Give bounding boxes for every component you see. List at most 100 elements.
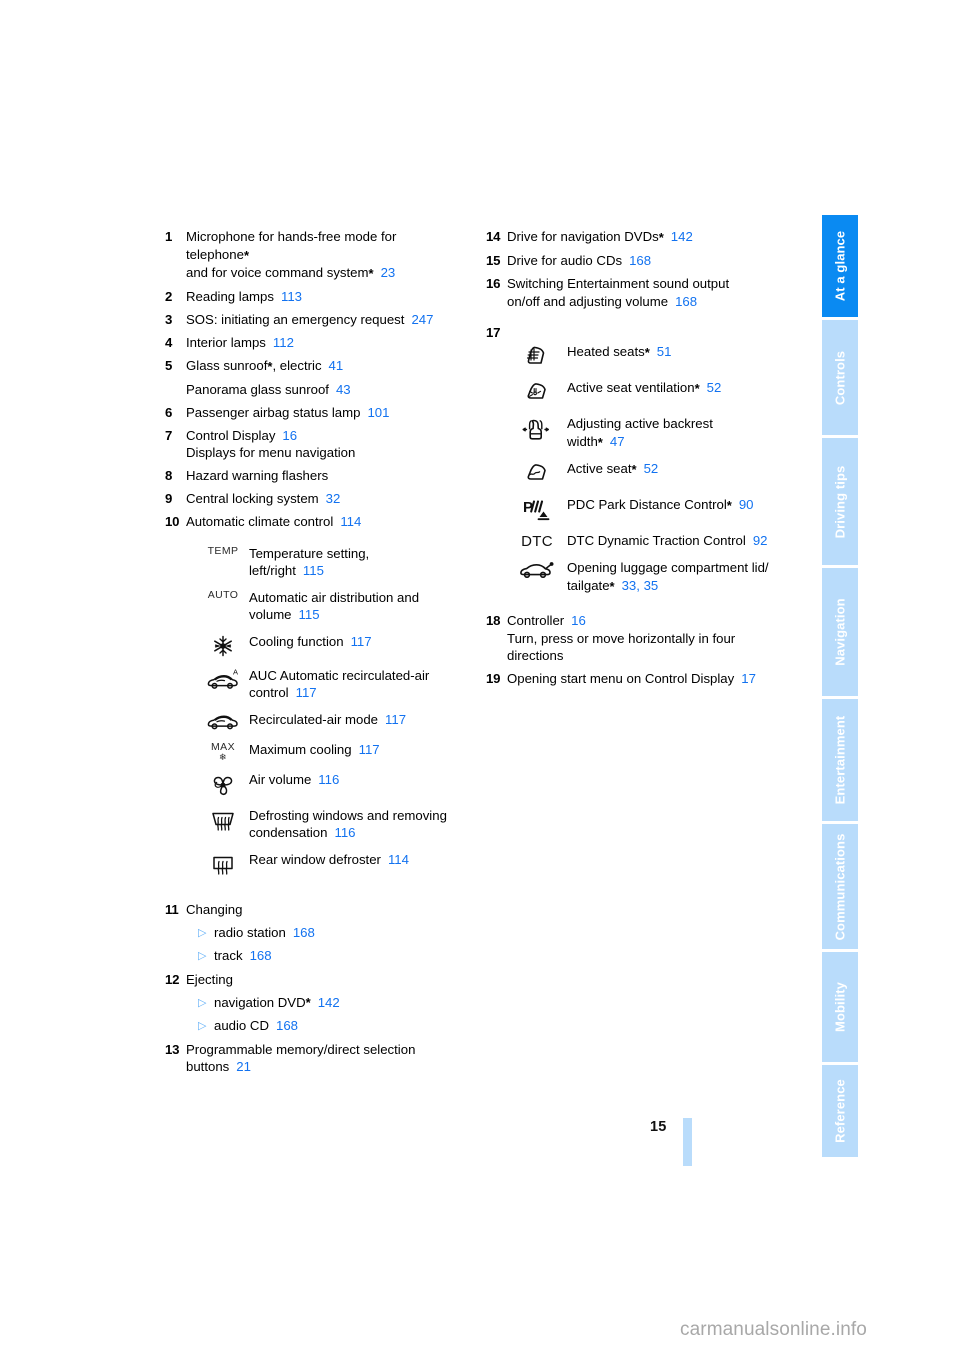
option-asterisk: *: [658, 230, 664, 245]
tab-reference[interactable]: Reference: [822, 1065, 858, 1157]
page-reference[interactable]: 168: [629, 253, 651, 268]
recirculation-icon: [197, 711, 249, 732]
tab-navigation[interactable]: Navigation: [822, 568, 858, 699]
page-reference[interactable]: 113: [281, 289, 302, 304]
item-number: 9: [165, 491, 173, 506]
icon-row: MAX ❄ Maximum cooling 117: [197, 741, 477, 762]
page-reference[interactable]: 114: [388, 852, 409, 867]
tab-entertainment[interactable]: Entertainment: [822, 699, 858, 824]
page-reference[interactable]: 47: [610, 434, 625, 449]
page-reference[interactable]: 112: [273, 335, 294, 350]
max-label: MAX: [211, 740, 235, 753]
icon-row-text: Rear window defroster 114: [249, 851, 477, 869]
icon-row-line1: DTC Dynamic Traction Control: [567, 533, 746, 548]
sub-item-text: track: [214, 948, 243, 964]
icon-row-text: AUC Automatic recirculated-air control 11…: [249, 667, 477, 702]
item-body: Microphone for hands-free mode for telep…: [186, 228, 477, 283]
item-body: Central locking system 32: [186, 490, 477, 508]
item-line: Drive for audio CDs: [507, 253, 623, 268]
page-reference[interactable]: 115: [299, 607, 320, 622]
option-asterisk: *: [726, 498, 732, 513]
icon-row-line1: Cooling function: [249, 633, 344, 649]
page-reference[interactable]: 16: [282, 428, 297, 443]
dtc-icon: DTC: [507, 532, 567, 550]
page-reference[interactable]: 23: [381, 265, 396, 280]
sub-list-item: ▷ navigation DVD * 142: [165, 994, 477, 1012]
icon-row: Rear window defroster 114: [197, 851, 477, 878]
manual-page: 1 Microphone for hands-free mode for tel…: [0, 0, 960, 1358]
icon-row: Opening luggage compartment lid/ tailgat…: [507, 559, 816, 595]
sub-list-item: ▷ audio CD 168: [165, 1017, 477, 1035]
page-reference[interactable]: 116: [334, 825, 355, 840]
tab-at-a-glance[interactable]: At a glance: [822, 215, 858, 320]
item-line: Hazard warning flashers: [186, 468, 329, 483]
item-number: 14: [486, 229, 501, 244]
list-item: 18 Controller 16 Turn, press or move hori…: [486, 612, 816, 665]
item-body: Drive for navigation DVDs* 142: [507, 228, 816, 247]
page-reference[interactable]: 32: [326, 491, 341, 506]
page-reference[interactable]: 52: [644, 461, 659, 476]
page-reference[interactable]: 33, 35: [622, 578, 659, 593]
page-reference[interactable]: 117: [385, 712, 406, 727]
page-reference[interactable]: 90: [739, 497, 754, 512]
icon-row-line2: condensation: [249, 825, 328, 841]
page-reference[interactable]: 21: [236, 1059, 251, 1074]
icon-row: Air volume 116: [197, 771, 477, 798]
climate-icon-table: TEMP Temperature setting, left/right 115 …: [197, 545, 477, 878]
item-line: Programmable memory/direct selection: [186, 1041, 416, 1057]
heated-seat-icon: [507, 343, 567, 370]
page-reference[interactable]: 116: [318, 772, 339, 787]
left-column: 1 Microphone for hands-free mode for tel…: [165, 228, 477, 1081]
seat-ventilation-icon: [507, 379, 567, 406]
page-reference[interactable]: 51: [657, 344, 672, 359]
sub-item-text: navigation DVD: [214, 994, 306, 1010]
tab-mobility[interactable]: Mobility: [822, 952, 858, 1065]
item-number: 10: [165, 514, 180, 529]
page-reference[interactable]: 168: [675, 294, 697, 309]
item-body: Switching Entertainment sound output on/…: [507, 275, 816, 310]
item-number: 16: [486, 276, 501, 291]
list-item: 5 Glass sunroof*, electric 41 Panorama gl…: [165, 357, 477, 398]
page-reference[interactable]: 17: [741, 671, 756, 686]
icon-row-text: Defrosting windows and removing condensa…: [249, 807, 477, 842]
page-reference[interactable]: 117: [359, 742, 380, 757]
tab-controls[interactable]: Controls: [822, 320, 858, 438]
item-number: 7: [165, 427, 173, 443]
icon-row-line1: Air volume: [249, 771, 312, 787]
page-reference[interactable]: 168: [276, 1017, 298, 1035]
item-body: Reading lamps 113: [186, 288, 477, 306]
icon-row-line1: Adjusting active backrest: [567, 416, 713, 431]
page-reference[interactable]: 117: [351, 634, 372, 649]
icon-row-line2: tailgate: [567, 577, 610, 593]
page-reference[interactable]: 41: [329, 358, 344, 373]
icon-row: Cooling function 117: [197, 633, 477, 658]
page-reference[interactable]: 52: [707, 380, 722, 395]
item-number: 18: [486, 613, 501, 628]
page-reference[interactable]: 142: [318, 994, 340, 1012]
page-reference[interactable]: 92: [753, 533, 768, 548]
sub-list-item: ▷ track 168: [165, 947, 477, 965]
item-body: Glass sunroof*, electric 41 Panorama glas…: [186, 357, 477, 398]
page-reference[interactable]: 115: [303, 563, 324, 578]
item-line: Automatic climate control: [186, 514, 334, 529]
tab-communications[interactable]: Communications: [822, 824, 858, 952]
page-reference[interactable]: 101: [367, 405, 389, 420]
tab-driving-tips[interactable]: Driving tips: [822, 438, 858, 568]
page-reference[interactable]: 168: [293, 924, 315, 942]
list-item: 7 Control Display 16 Displays for menu na…: [165, 427, 477, 462]
page-reference[interactable]: 117: [296, 685, 317, 700]
page-reference[interactable]: 43: [336, 382, 351, 397]
page-reference[interactable]: 168: [250, 947, 272, 965]
item-line: Drive for navigation DVDs: [507, 229, 659, 244]
item-line: Reading lamps: [186, 289, 274, 304]
page-reference[interactable]: 142: [671, 229, 693, 244]
list-item: 8 Hazard warning flashers: [165, 467, 477, 485]
icon-row-text: Automatic air distribution and volume 115: [249, 589, 477, 624]
page-reference[interactable]: 247: [411, 312, 433, 327]
option-asterisk: *: [694, 381, 700, 396]
icon-row-line1: Rear window defroster: [249, 851, 381, 867]
icon-row-line1: Recirculated-air mode: [249, 711, 378, 727]
page-reference[interactable]: 114: [340, 514, 361, 529]
page-reference[interactable]: 16: [571, 613, 586, 628]
